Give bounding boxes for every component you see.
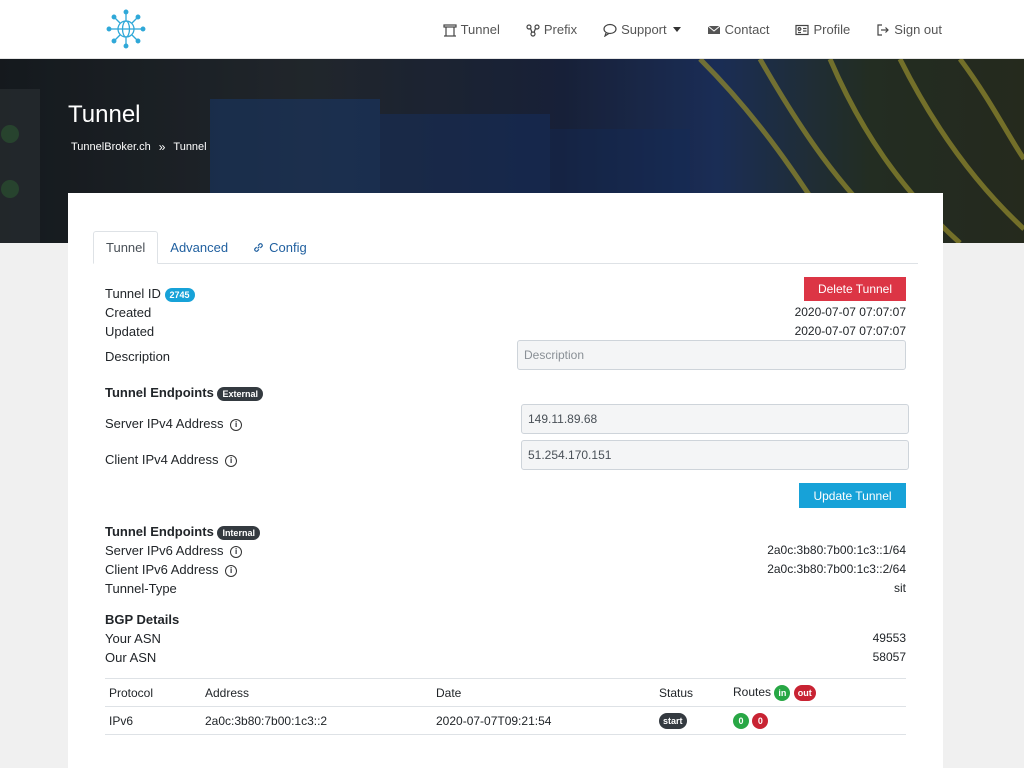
sign-out-icon <box>877 23 890 36</box>
caret-down-icon <box>672 27 681 32</box>
nav-support-label: Support <box>621 22 667 37</box>
cell-protocol: IPv6 <box>105 706 201 735</box>
breadcrumb-home-link[interactable]: TunnelBroker.ch <box>71 141 151 153</box>
routes-out-badge: out <box>793 684 816 701</box>
col-status: Status <box>655 678 729 707</box>
our-asn-value: 58057 <box>872 650 906 664</box>
tunnel-type-label: Tunnel-Type <box>105 581 177 596</box>
internal-badge: Internal <box>217 525 260 540</box>
envelope-icon <box>707 25 720 34</box>
nav-prefix[interactable]: Prefix <box>526 22 577 37</box>
description-label: Description <box>105 349 171 364</box>
server-ipv4-label: Server IPv4 Address <box>105 416 224 431</box>
our-asn-label: Our ASN <box>105 650 157 665</box>
server-ipv4-row: Server IPv4 Address i <box>105 416 243 431</box>
tunnel-id-label: Tunnel ID <box>105 286 161 301</box>
updated-value: 2020-07-07 07:07:07 <box>794 324 906 338</box>
tab-tunnel[interactable]: Tunnel <box>93 231 159 264</box>
nav-sign-out[interactable]: Sign out <box>876 22 942 37</box>
tab-config-label: Config <box>269 240 307 255</box>
col-address: Address <box>201 678 432 707</box>
nav-tunnel[interactable]: Tunnel <box>442 22 500 37</box>
created-label: Created <box>105 305 152 320</box>
routes-in-count: 0 <box>733 712 749 729</box>
breadcrumb-current: Tunnel <box>173 141 207 153</box>
description-input[interactable] <box>517 340 906 370</box>
external-heading-text: Tunnel Endpoints <box>105 385 214 400</box>
chat-icon <box>603 23 617 37</box>
delete-tunnel-button[interactable]: Delete Tunnel <box>804 277 906 301</box>
your-asn-label: Your ASN <box>105 631 161 646</box>
internal-endpoints-heading: Tunnel Endpoints Internal <box>105 524 260 540</box>
info-icon[interactable]: i <box>225 564 238 577</box>
nav-sign-out-label: Sign out <box>894 22 942 37</box>
globe-network-logo-icon[interactable] <box>106 9 146 49</box>
client-ipv6-value: 2a0c:3b80:7b00:1c3::2/64 <box>767 562 906 576</box>
nav-profile[interactable]: Profile <box>795 22 850 37</box>
info-icon[interactable]: i <box>230 545 243 558</box>
info-icon[interactable]: i <box>230 418 243 431</box>
tab-bar: Tunnel Advanced Config <box>93 231 918 264</box>
external-badge: External <box>217 386 263 401</box>
nav-prefix-label: Prefix <box>543 22 578 37</box>
server-ipv6-label: Server IPv6 Address <box>105 543 224 558</box>
updated-label: Updated <box>105 324 155 339</box>
bgp-sessions-table: Protocol Address Date Status Routes in o… <box>105 678 906 735</box>
tunnel-card: Tunnel Advanced Config Tunnel ID 2745 De… <box>68 193 943 768</box>
server-ipv4-input[interactable] <box>521 404 909 434</box>
tab-tunnel-label: Tunnel <box>106 240 146 255</box>
your-asn-value: 49553 <box>872 631 906 645</box>
nav-profile-label: Profile <box>813 22 851 37</box>
bgp-heading: BGP Details <box>105 612 180 627</box>
tab-advanced[interactable]: Advanced <box>158 231 240 264</box>
nav-contact[interactable]: Contact <box>707 22 770 37</box>
tunnel-type-value: sit <box>894 581 906 595</box>
nav-support-dropdown[interactable]: Support <box>603 22 681 37</box>
server-ipv6-value: 2a0c:3b80:7b00:1c3::1/64 <box>767 543 906 557</box>
id-card-icon <box>795 24 810 35</box>
external-endpoints-heading: Tunnel Endpoints External <box>105 385 263 401</box>
navbar: Tunnel Prefix Support Contact Profile Si… <box>0 0 1024 59</box>
col-date: Date <box>432 678 655 707</box>
cell-date: 2020-07-07T09:21:54 <box>432 706 655 735</box>
client-ipv6-row: Client IPv6 Address i <box>105 562 238 577</box>
tunnel-icon <box>442 23 457 37</box>
col-protocol: Protocol <box>105 678 201 707</box>
client-ipv4-label: Client IPv4 Address <box>105 452 219 467</box>
breadcrumb: TunnelBroker.ch » Tunnel <box>71 140 207 154</box>
client-ipv4-input[interactable] <box>521 440 909 470</box>
network-icon <box>526 23 540 37</box>
client-ipv6-label: Client IPv6 Address <box>105 562 219 577</box>
link-icon <box>254 243 263 252</box>
cell-address: 2a0c:3b80:7b00:1c3::2 <box>201 706 432 735</box>
tunnel-id-badge: 2745 <box>164 287 195 302</box>
table-header-row: Protocol Address Date Status Routes in o… <box>105 678 906 707</box>
main-nav: Tunnel Prefix Support Contact Profile Si… <box>442 0 942 59</box>
table-row: IPv6 2a0c:3b80:7b00:1c3::2 2020-07-07T09… <box>105 706 906 735</box>
server-ipv6-row: Server IPv6 Address i <box>105 543 243 558</box>
info-icon[interactable]: i <box>225 454 238 467</box>
col-routes-label: Routes <box>733 684 772 699</box>
double-chevron-right-icon: » <box>158 140 166 154</box>
cell-status: start <box>655 706 729 735</box>
status-badge: start <box>659 712 687 729</box>
created-value: 2020-07-07 07:07:07 <box>794 305 906 319</box>
page-title: Tunnel <box>68 101 141 128</box>
update-tunnel-button[interactable]: Update Tunnel <box>799 483 906 508</box>
tunnel-id-row: Tunnel ID 2745 <box>105 286 195 302</box>
routes-out-count: 0 <box>752 712 769 729</box>
nav-tunnel-label: Tunnel <box>460 22 500 37</box>
nav-contact-label: Contact <box>724 22 770 37</box>
col-routes: Routes in out <box>729 678 906 707</box>
tab-config[interactable]: Config <box>240 231 319 264</box>
cell-routes: 0 0 <box>729 706 906 735</box>
client-ipv4-row: Client IPv4 Address i <box>105 452 238 467</box>
tab-advanced-label: Advanced <box>170 240 229 255</box>
internal-heading-text: Tunnel Endpoints <box>105 524 214 539</box>
routes-in-badge: in <box>774 684 791 701</box>
